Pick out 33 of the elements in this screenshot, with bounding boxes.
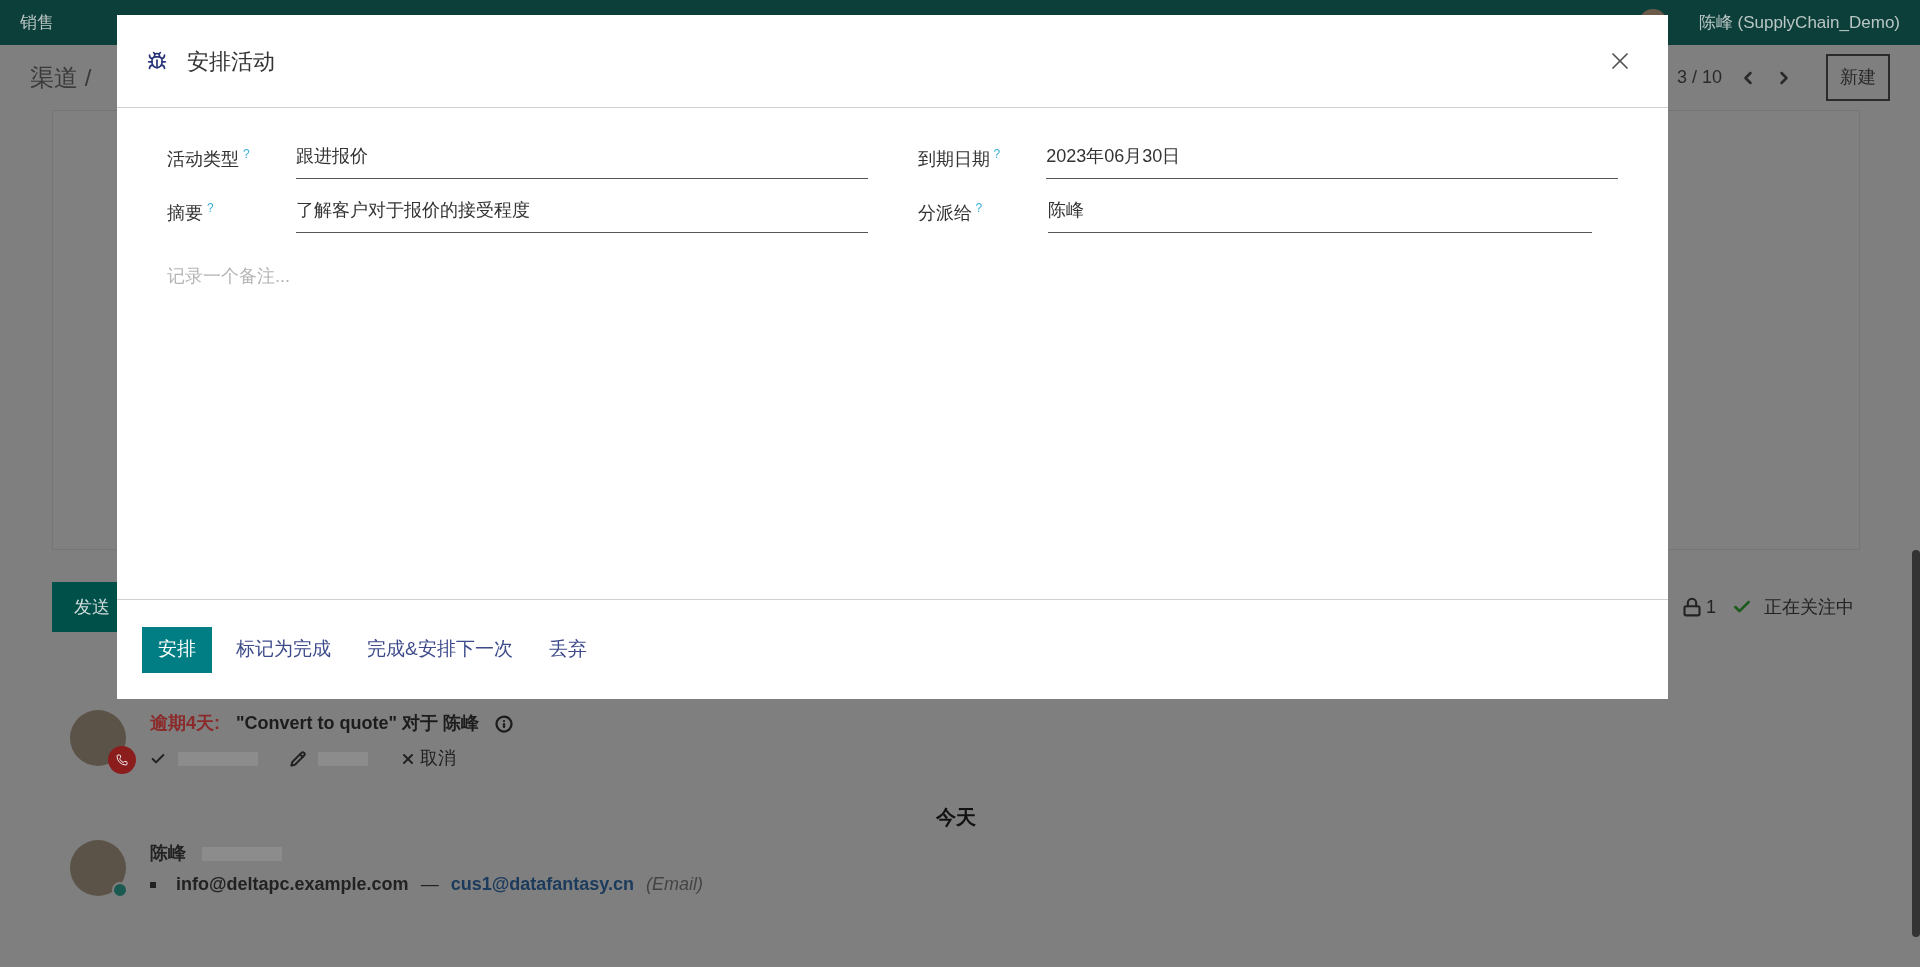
link-button[interactable]: 丢弃 bbox=[536, 626, 599, 673]
link-button[interactable]: 完成&安排下一次 bbox=[355, 626, 525, 673]
menu-item[interactable]: 销售 bbox=[20, 9, 54, 36]
date-separator: 今天 bbox=[936, 805, 976, 830]
author-name: 陈峰 bbox=[150, 842, 186, 865]
user-name[interactable]: 陈峰 (SupplyChain_Demo) bbox=[1698, 9, 1900, 36]
activity-summary: "Convert to quote" 对于 陈峰 bbox=[236, 712, 480, 735]
dialog-title: 安排活动 bbox=[187, 47, 275, 76]
message-type: (Email) bbox=[645, 873, 703, 896]
input-field[interactable]: 跟进报价 bbox=[295, 143, 868, 179]
sender-email: info@deltapc.example.com bbox=[176, 873, 409, 896]
follower-count[interactable]: 1 bbox=[1706, 593, 1716, 621]
recipient-link[interactable]: cus1@datafantasy.cn bbox=[450, 871, 634, 898]
input-field[interactable]: 2023年06月30日 bbox=[1046, 143, 1618, 179]
new-button[interactable]: 新建 bbox=[1826, 54, 1890, 101]
following-status[interactable]: 正在关注中 bbox=[1764, 593, 1854, 621]
dash: — bbox=[420, 873, 439, 896]
pager: 3 / 10 bbox=[1676, 66, 1722, 89]
breadcrumb[interactable]: 渠道 / bbox=[30, 59, 92, 96]
help-mark[interactable]: ? bbox=[207, 201, 214, 215]
overdue-label: 逾期4天: bbox=[150, 712, 220, 735]
field-label: 分派给 bbox=[917, 202, 972, 225]
input-field[interactable]: 陈峰 bbox=[1047, 197, 1592, 233]
field-label: 到期日期 bbox=[917, 148, 990, 171]
help-mark[interactable]: ? bbox=[993, 147, 1001, 161]
input-field[interactable]: 了解客户对于报价的接受程度 bbox=[295, 197, 868, 233]
link-button[interactable]: 标记为完成 bbox=[224, 626, 343, 673]
cancel-link[interactable]: 取消 bbox=[400, 745, 456, 772]
schedule-button[interactable]: 安排 bbox=[142, 626, 212, 673]
field-label: 摘要 bbox=[167, 202, 203, 225]
field-label: 活动类型 bbox=[167, 148, 239, 171]
help-mark[interactable]: ? bbox=[975, 201, 983, 215]
help-mark[interactable]: ? bbox=[243, 147, 250, 161]
